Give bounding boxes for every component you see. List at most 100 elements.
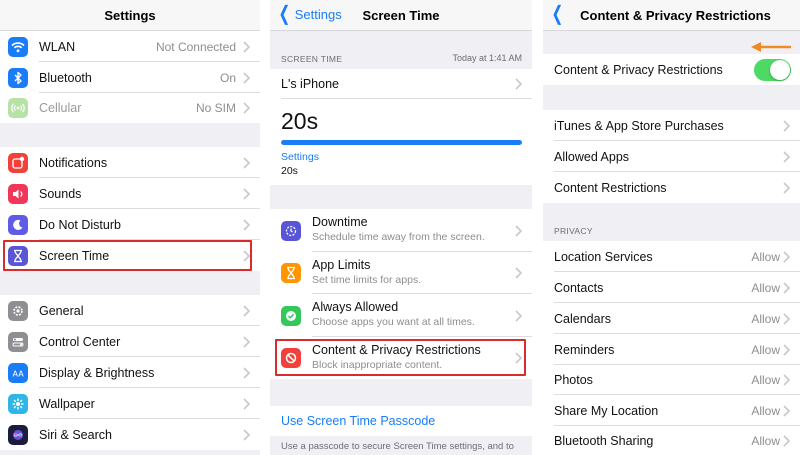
- chevron-right-icon: [781, 404, 791, 418]
- chevron-right-icon: [241, 40, 251, 54]
- total-usage: 20s: [281, 108, 319, 134]
- restrictions-toggle-row[interactable]: Content & Privacy Restrictions: [543, 54, 800, 85]
- cellular-icon: [8, 98, 28, 118]
- moon-icon: [8, 214, 28, 235]
- device-name: L's iPhone: [281, 77, 339, 91]
- settings-row-notifications[interactable]: Notifications: [0, 147, 260, 178]
- always-allowed-row[interactable]: Always Allowed Choose apps you want at a…: [270, 294, 532, 337]
- row-label: Allowed Apps: [554, 149, 630, 164]
- chevron-right-icon: [513, 77, 523, 91]
- privacy-row-contacts[interactable]: Contacts Allow: [543, 272, 800, 303]
- downtime-row[interactable]: Downtime Schedule time away from the scr…: [270, 209, 532, 252]
- chevron-right-icon: [241, 397, 251, 411]
- settings-row-control-center[interactable]: Control Center: [0, 326, 260, 357]
- chevron-right-icon: [241, 428, 251, 442]
- control-center-icon: [8, 331, 28, 352]
- allowed-apps-row[interactable]: Allowed Apps: [543, 141, 800, 172]
- settings-row-cellular[interactable]: Cellular No SIM: [0, 93, 260, 123]
- chevron-right-icon: [241, 71, 251, 85]
- row-label: Photos: [554, 373, 593, 387]
- row-value: Allow: [751, 373, 780, 387]
- privacy-section-header: PRIVACY: [554, 226, 593, 236]
- settings-row-display[interactable]: AA Display & Brightness: [0, 357, 260, 388]
- row-value: Allow: [751, 342, 780, 357]
- passcode-footer: Use a passcode to secure Screen Time set…: [281, 441, 514, 452]
- row-label: Bluetooth Sharing: [554, 433, 654, 448]
- downtime-icon: [281, 220, 301, 241]
- chevron-right-icon: [241, 304, 251, 318]
- chevron-right-icon: [781, 119, 791, 133]
- row-value: Allow: [751, 433, 780, 448]
- settings-row-label: General: [39, 303, 84, 318]
- siri-icon: [8, 424, 28, 445]
- screen-time-panel: ❮ Settings Screen Time SCREEN TIME Today…: [270, 0, 532, 455]
- sounds-icon: [8, 183, 28, 204]
- screenshot-frame: Settings WLAN Not Connected Bluetooth On: [0, 0, 800, 455]
- restrictions-panel: ❮ Content & Privacy Restrictions Content…: [543, 0, 800, 455]
- item-title: App Limits: [312, 258, 371, 272]
- app-limits-row[interactable]: App Limits Set time limits for apps.: [270, 252, 532, 294]
- item-subtitle: Schedule time away from the screen.: [312, 231, 485, 243]
- settings-row-label: Notifications: [39, 155, 108, 170]
- settings-row-label: Bluetooth: [39, 70, 92, 85]
- settings-row-label: Siri & Search: [39, 427, 112, 442]
- chevron-right-icon: [781, 250, 791, 264]
- privacy-row-location[interactable]: Location Services Allow: [543, 241, 800, 272]
- settings-row-label: Wallpaper: [39, 396, 95, 411]
- row-value: Allow: [751, 249, 780, 264]
- content-restrictions-row[interactable]: Content Restrictions: [543, 172, 800, 203]
- privacy-row-reminders[interactable]: Reminders Allow: [543, 334, 800, 365]
- chevron-right-icon: [781, 373, 791, 387]
- content-privacy-highlight: [275, 339, 526, 376]
- chevron-right-icon: [241, 335, 251, 349]
- row-label: Location Services: [554, 249, 653, 264]
- settings-row-siri[interactable]: Siri & Search: [0, 419, 260, 450]
- privacy-row-bluetooth-sharing[interactable]: Bluetooth Sharing Allow: [543, 426, 800, 455]
- settings-row-label: Sounds: [39, 186, 82, 201]
- settings-row-bluetooth[interactable]: Bluetooth On: [0, 62, 260, 93]
- device-row[interactable]: L's iPhone: [270, 69, 532, 99]
- passcode-row[interactable]: Use Screen Time Passcode: [270, 406, 532, 436]
- restrictions-toggle[interactable]: [754, 58, 791, 81]
- passcode-link: Use Screen Time Passcode: [281, 414, 436, 428]
- chevron-right-icon: [513, 224, 523, 238]
- usage-progress-fill: [281, 140, 522, 145]
- settings-row-label: Control Center: [39, 334, 121, 349]
- app-limits-icon: [281, 263, 301, 283]
- chevron-right-icon: [241, 366, 251, 380]
- privacy-row-calendars[interactable]: Calendars Allow: [543, 303, 800, 334]
- settings-row-wlan[interactable]: WLAN Not Connected: [0, 31, 260, 62]
- privacy-row-share-location[interactable]: Share My Location Allow: [543, 395, 800, 426]
- chevron-right-icon: [241, 218, 251, 232]
- chevron-right-icon: [513, 266, 523, 280]
- chevron-right-icon: [241, 156, 251, 170]
- row-value: Allow: [751, 403, 780, 418]
- row-value: Allow: [751, 280, 780, 295]
- screen-time-title: Screen Time: [362, 8, 440, 23]
- arrow-left-icon: [751, 42, 791, 52]
- wifi-icon: [8, 36, 28, 57]
- category-value: 20s: [281, 165, 298, 177]
- settings-title: Settings: [104, 8, 156, 23]
- wlan-status-value: Not Connected: [155, 39, 236, 54]
- row-label: iTunes & App Store Purchases: [554, 118, 724, 133]
- display-icon: AA: [8, 362, 28, 383]
- settings-navbar: Settings: [0, 0, 260, 31]
- settings-row-do-not-disturb[interactable]: Do Not Disturb: [0, 209, 260, 240]
- privacy-row-photos[interactable]: Photos Allow: [543, 365, 800, 395]
- item-title: Always Allowed: [312, 300, 399, 314]
- chevron-right-icon: [781, 281, 791, 295]
- wallpaper-icon: [8, 393, 28, 414]
- settings-row-general[interactable]: General: [0, 295, 260, 326]
- chevron-right-icon: [781, 343, 791, 357]
- settings-row-sounds[interactable]: Sounds: [0, 178, 260, 209]
- restrictions-navbar: ❮ Content & Privacy Restrictions: [543, 0, 800, 31]
- settings-row-label: Display & Brightness: [39, 365, 155, 380]
- svg-text:AA: AA: [13, 369, 25, 378]
- row-value: Allow: [751, 311, 780, 326]
- settings-row-wallpaper[interactable]: Wallpaper: [0, 388, 260, 419]
- row-label: Reminders: [554, 342, 615, 357]
- restrictions-title: Content & Privacy Restrictions: [580, 8, 771, 23]
- chevron-right-icon: [781, 312, 791, 326]
- store-row[interactable]: iTunes & App Store Purchases: [543, 110, 800, 141]
